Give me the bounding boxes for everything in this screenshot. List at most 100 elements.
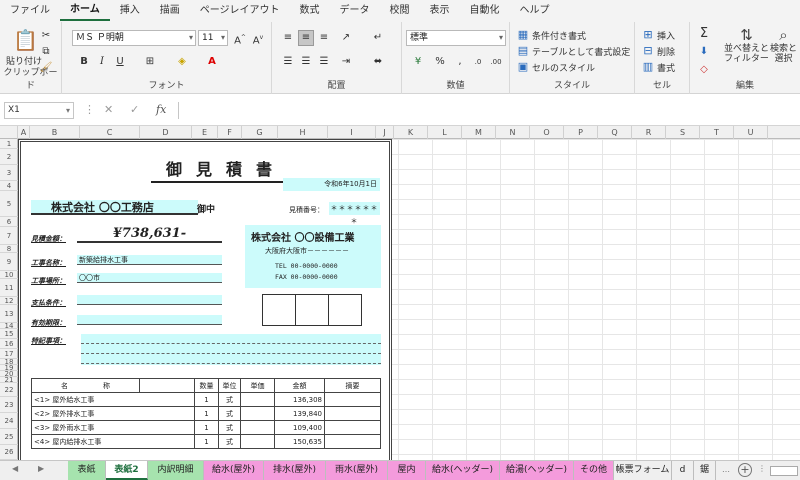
decrease-font-icon[interactable]: Av <box>250 30 266 46</box>
row-header[interactable]: 6 <box>0 217 18 227</box>
column-header[interactable]: K <box>394 126 428 139</box>
column-header[interactable]: E <box>192 126 218 139</box>
sheet-tab-d[interactable]: d <box>672 461 694 480</box>
sheet-tab-cover2[interactable]: 表紙2 <box>106 461 148 480</box>
font-size-select[interactable]: 11 ▾ <box>198 30 228 46</box>
function-icon[interactable]: fx <box>156 103 166 116</box>
align-bottom-icon[interactable]: ≡ <box>316 30 332 46</box>
paste-button[interactable]: 📋 貼り付け <box>6 28 42 67</box>
sheet-tab-water-header[interactable]: 給水(ヘッダー) <box>426 461 500 480</box>
sheet-tab-form[interactable]: 帳票フォーム <box>614 461 672 480</box>
tab-view[interactable]: 表示 <box>420 0 460 22</box>
row-header[interactable]: 5 <box>0 191 18 217</box>
tab-formulas[interactable]: 数式 <box>290 0 330 22</box>
formula-input[interactable] <box>178 102 796 119</box>
underline-icon[interactable]: U <box>112 54 128 70</box>
sheet-tab-indoor[interactable]: 屋内 <box>388 461 426 480</box>
wrap-text-icon[interactable]: ↵ <box>370 30 386 46</box>
align-left-icon[interactable]: ☰ <box>280 54 296 70</box>
clear-icon[interactable]: ◇ <box>696 62 712 78</box>
row-header[interactable]: 22 <box>0 383 18 397</box>
horizontal-scrollbar[interactable] <box>770 466 798 476</box>
column-header[interactable]: D <box>140 126 192 139</box>
row-header[interactable]: 13 <box>0 305 18 323</box>
copy-icon[interactable]: ⧉ <box>38 44 54 60</box>
fill-color-icon[interactable]: ◈ <box>174 54 190 70</box>
column-header[interactable]: A <box>18 126 30 139</box>
column-header[interactable]: B <box>30 126 80 139</box>
delete-cells-button[interactable]: ⊟ 削除 <box>641 44 675 58</box>
tab-review[interactable]: 校閲 <box>380 0 420 22</box>
column-header[interactable]: N <box>496 126 530 139</box>
sheet-tab-cover[interactable]: 表紙 <box>68 461 106 480</box>
row-header[interactable]: 8 <box>0 245 18 253</box>
cancel-icon[interactable]: ✕ <box>104 103 113 116</box>
border-icon[interactable]: ⊞ <box>142 54 158 70</box>
tab-data[interactable]: データ <box>330 0 380 22</box>
enter-icon[interactable]: ✓ <box>130 103 139 116</box>
find-select-button[interactable]: ⌕ 検索と 選択 <box>770 26 797 64</box>
increase-font-icon[interactable]: A^ <box>232 30 248 46</box>
column-header[interactable]: T <box>700 126 734 139</box>
row-header[interactable]: 1 <box>0 139 18 149</box>
name-box[interactable]: X1 ▾ <box>4 102 74 119</box>
cut-icon[interactable]: ✂ <box>38 28 54 44</box>
tab-splitter-icon[interactable]: ⋮ <box>758 464 766 473</box>
indent-icon[interactable]: ⇥ <box>338 54 354 70</box>
merge-center-icon[interactable]: ⬌ <box>370 54 386 70</box>
column-header[interactable]: H <box>278 126 328 139</box>
add-sheet-icon[interactable]: + <box>738 463 752 477</box>
orientation-icon[interactable]: ↗ <box>338 30 354 46</box>
format-as-table-button[interactable]: ▤ テーブルとして書式設定 <box>516 44 630 58</box>
format-cells-button[interactable]: ▥ 書式 <box>641 60 675 74</box>
row-header[interactable]: 10 <box>0 271 18 279</box>
cell-styles-button[interactable]: ▣ セルのスタイル <box>516 60 595 74</box>
fill-icon[interactable]: ⬇ <box>696 44 712 60</box>
tab-help[interactable]: ヘルプ <box>510 0 560 22</box>
align-right-icon[interactable]: ☰ <box>316 54 332 70</box>
row-header[interactable]: 16 <box>0 339 18 349</box>
row-header[interactable]: 9 <box>0 253 18 271</box>
align-center-icon[interactable]: ☰ <box>298 54 314 70</box>
row-header[interactable]: 15 <box>0 329 18 339</box>
sheet-tab-more[interactable]: 鋸 <box>694 461 716 480</box>
row-header[interactable]: 24 <box>0 413 18 429</box>
number-format-select[interactable]: 標準 ▾ <box>406 30 506 46</box>
sort-filter-button[interactable]: ⇅ 並べ替えと フィルター <box>724 26 769 64</box>
align-middle-icon[interactable]: ≡ <box>298 30 314 46</box>
row-header[interactable]: 23 <box>0 397 18 413</box>
tab-automate[interactable]: 自動化 <box>460 0 510 22</box>
row-header[interactable]: 25 <box>0 429 18 445</box>
worksheet-grid[interactable]: 御見積書 令和6年10月1日 株式会社 〇〇工務店 御中 見積番号： ＊＊＊＊＊… <box>18 139 800 460</box>
sheet-tab-water-outdoor[interactable]: 給水(屋外) <box>204 461 264 480</box>
row-header[interactable]: 3 <box>0 165 18 181</box>
tab-page-layout[interactable]: ページレイアウト <box>190 0 290 22</box>
insert-cells-button[interactable]: ⊞ 挿入 <box>641 28 675 42</box>
column-header[interactable]: U <box>734 126 768 139</box>
increase-decimal-icon[interactable]: .0 <box>470 54 486 70</box>
tab-file[interactable]: ファイル <box>0 0 60 22</box>
column-header[interactable]: J <box>376 126 394 139</box>
column-header[interactable]: C <box>80 126 140 139</box>
font-name-select[interactable]: ＭＳ Ｐ明朝 ▾ <box>72 30 196 46</box>
decrease-decimal-icon[interactable]: .00 <box>488 54 504 70</box>
row-header[interactable]: 26 <box>0 445 18 460</box>
italic-icon[interactable]: I <box>94 54 110 70</box>
column-header[interactable]: P <box>564 126 598 139</box>
tab-draw[interactable]: 描画 <box>150 0 190 22</box>
next-sheet-icon[interactable]: ▶ <box>38 464 44 473</box>
sheet-tab-rain-outdoor[interactable]: 雨水(屋外) <box>326 461 388 480</box>
conditional-format-button[interactable]: ▦ 条件付き書式 <box>516 28 586 42</box>
column-header[interactable]: Q <box>598 126 632 139</box>
row-header[interactable]: 2 <box>0 149 18 165</box>
column-header[interactable]: M <box>462 126 496 139</box>
row-header[interactable]: 11 <box>0 279 18 297</box>
sheet-tab-breakdown[interactable]: 内訳明細 <box>148 461 204 480</box>
column-header[interactable]: R <box>632 126 666 139</box>
tab-insert[interactable]: 挿入 <box>110 0 150 22</box>
font-color-icon[interactable]: A <box>204 54 220 70</box>
row-header[interactable]: 7 <box>0 227 18 245</box>
select-all-corner[interactable] <box>0 126 18 139</box>
accounting-icon[interactable]: ¥ <box>410 54 426 70</box>
row-header[interactable]: 12 <box>0 297 18 305</box>
